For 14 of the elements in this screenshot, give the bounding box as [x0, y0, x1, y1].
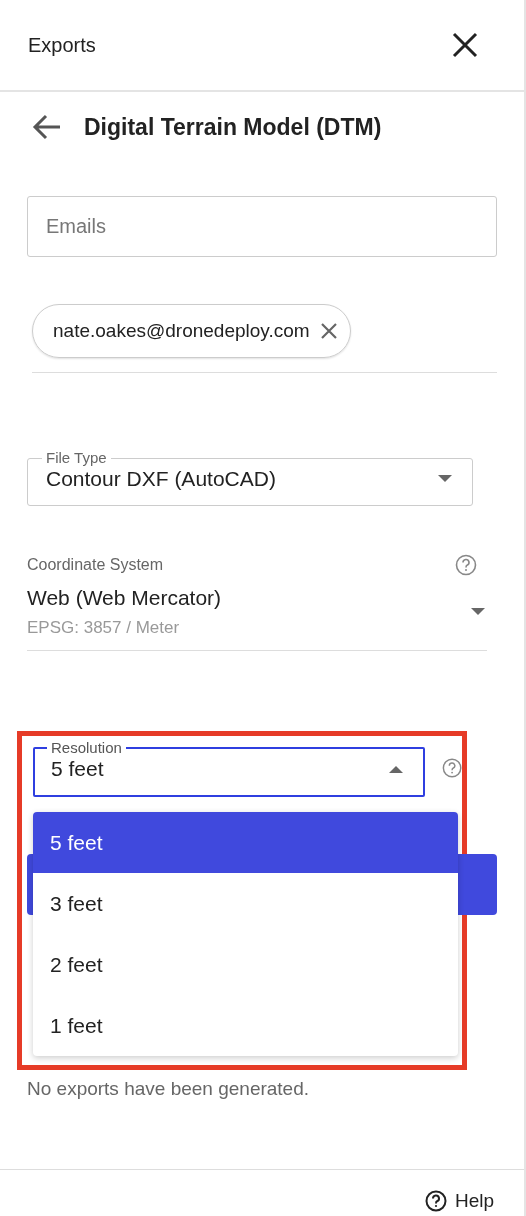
- panel-title: Exports: [28, 33, 96, 57]
- resolution-select[interactable]: Resolution 5 feet: [33, 739, 425, 797]
- empty-message: No exports have been generated.: [27, 1078, 311, 1100]
- file-type-select[interactable]: File Type Contour DXF (AutoCAD): [27, 449, 473, 506]
- help-link[interactable]: Help: [424, 1190, 494, 1216]
- resolution-option[interactable]: 3 feet: [33, 873, 458, 934]
- coordinate-system-select[interactable]: Web (Web Mercator) EPSG: 3857 / Meter: [27, 586, 487, 651]
- coordinate-system-label: Coordinate System: [27, 556, 164, 574]
- email-address: nate.oakes@dronedeploy.com: [53, 320, 310, 342]
- emails-field[interactable]: Emails: [27, 196, 497, 257]
- resolution-option[interactable]: 2 feet: [33, 934, 458, 995]
- page-heading: Digital Terrain Model (DTM): [84, 113, 382, 141]
- resolution-option[interactable]: 5 feet: [33, 812, 458, 873]
- resolution-option[interactable]: 1 feet: [33, 995, 458, 1056]
